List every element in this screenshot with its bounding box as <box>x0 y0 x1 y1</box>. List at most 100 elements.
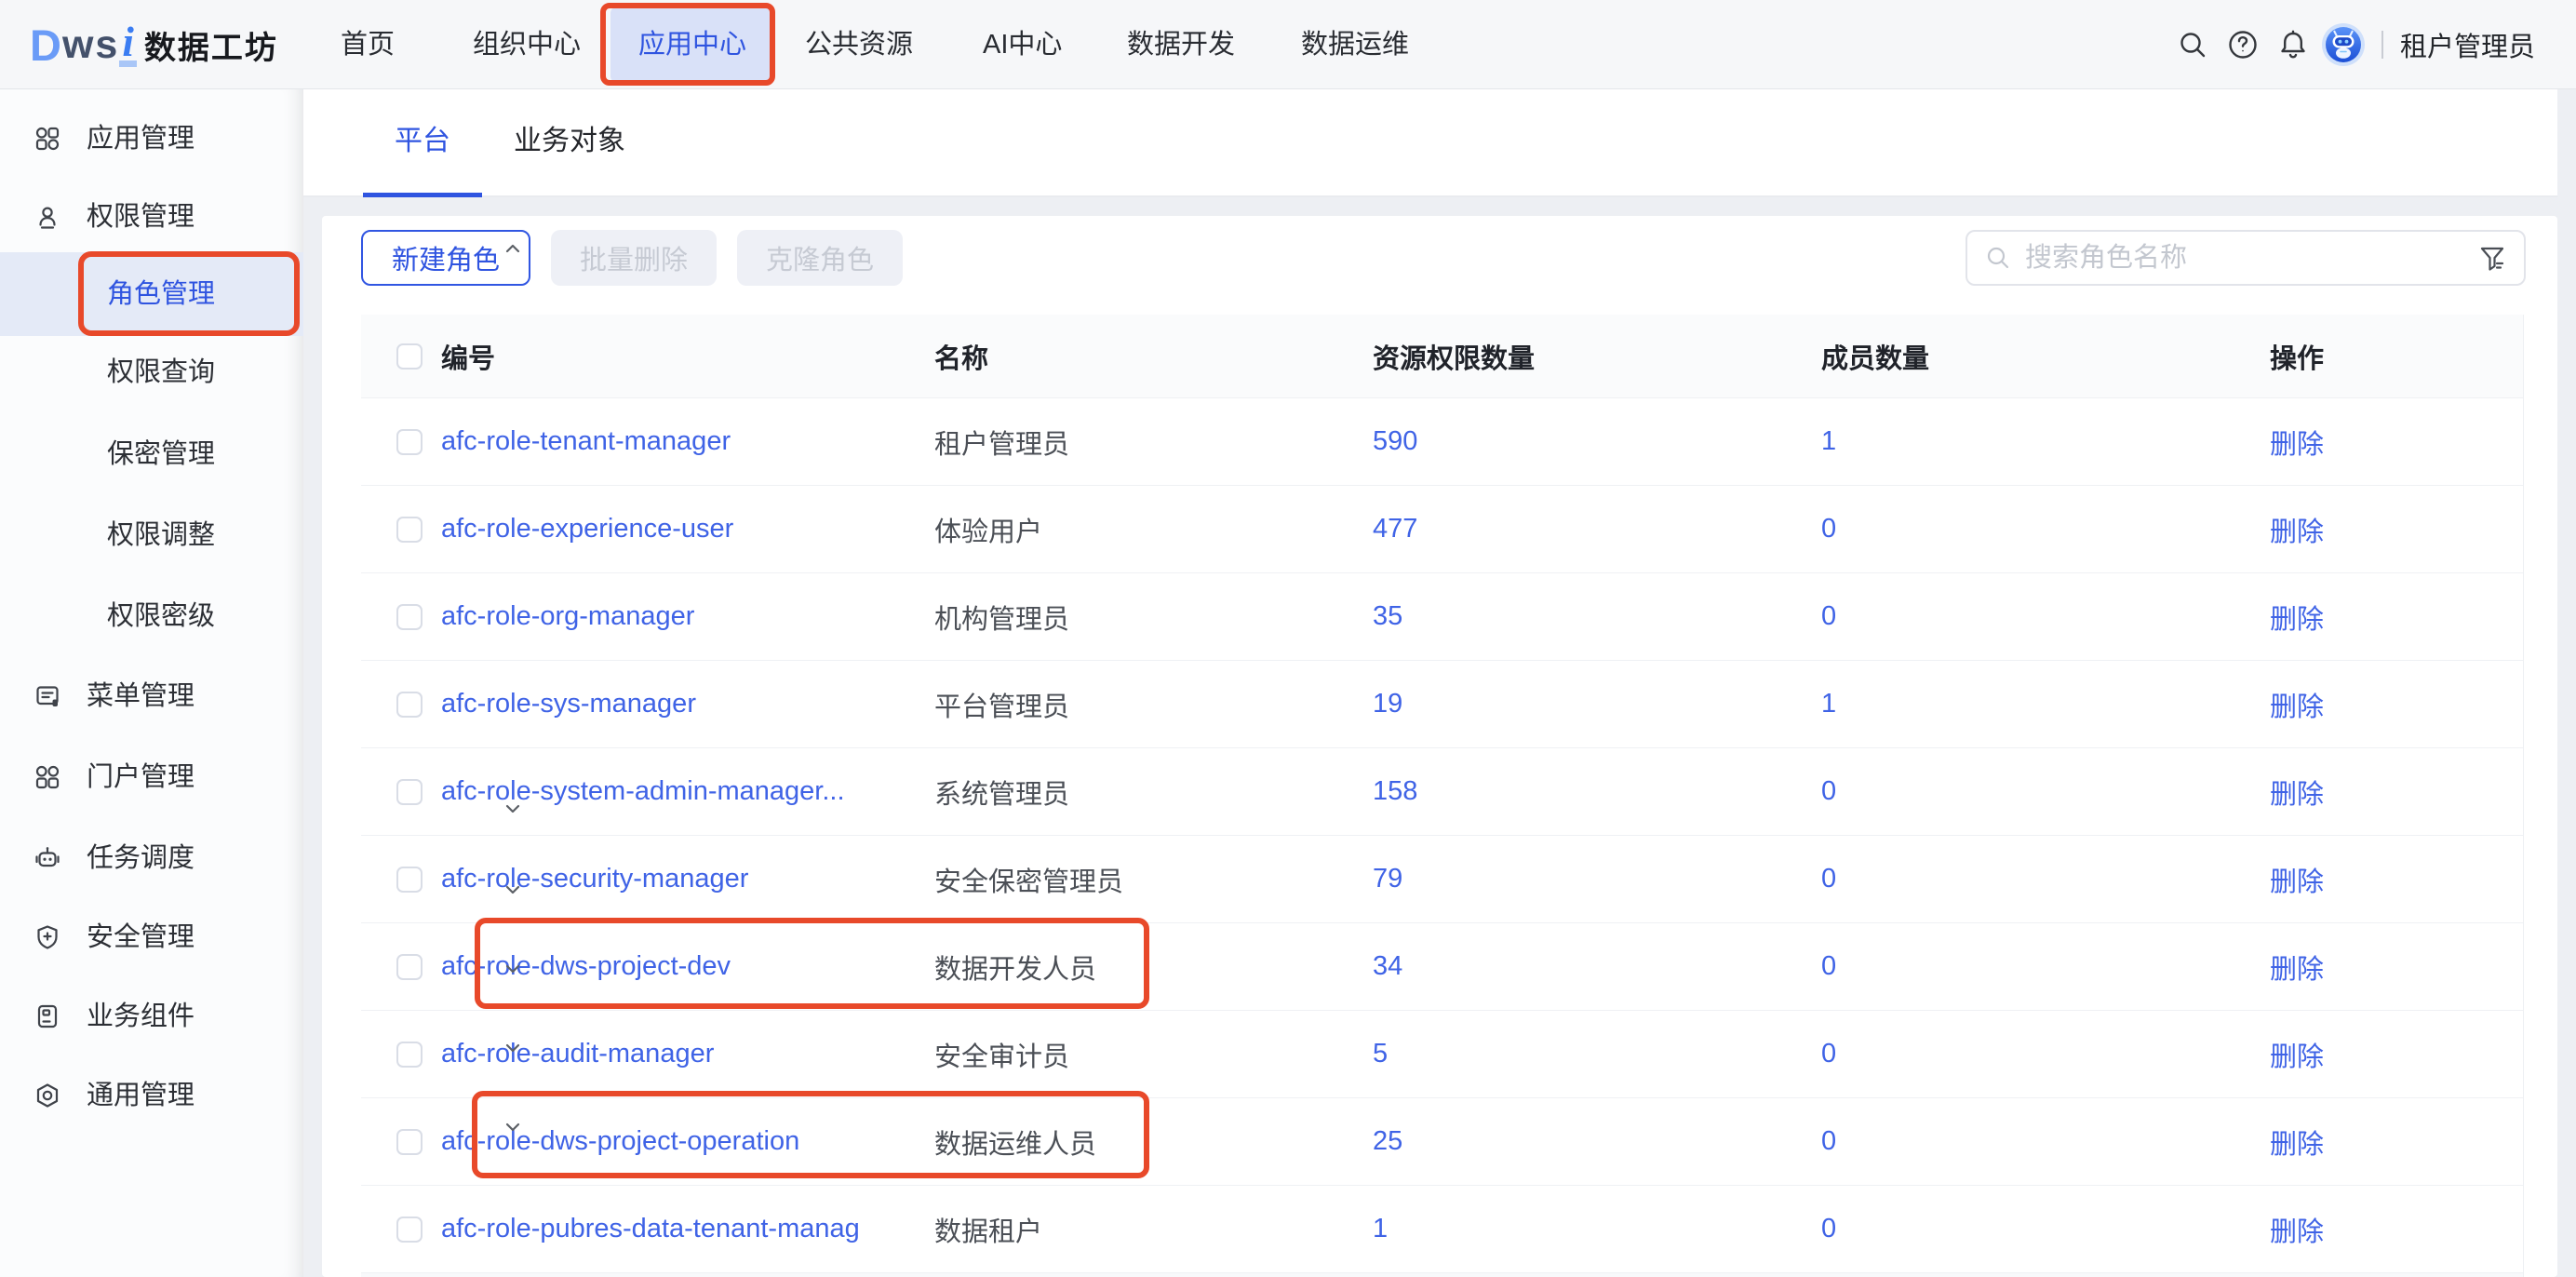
resource-count-link[interactable]: 34 <box>1373 951 1402 982</box>
search-icon[interactable] <box>2167 0 2218 89</box>
delete-link[interactable]: 删除 <box>2270 685 2324 724</box>
col-header-members: 成员数量 <box>1821 337 1929 376</box>
sidebar-item[interactable]: 菜单管理 <box>0 654 303 738</box>
row-checkbox[interactable] <box>396 779 423 805</box>
resource-count-link[interactable]: 158 <box>1373 776 1417 807</box>
tab-platform[interactable]: 平台 <box>363 89 482 195</box>
clone-role-button[interactable]: 克隆角色 <box>737 230 903 286</box>
nav-item[interactable]: 数据开发 <box>1127 0 1235 89</box>
sidebar-item[interactable]: 保密管理 <box>0 412 303 496</box>
nav-item[interactable]: 数据运维 <box>1301 0 1409 89</box>
role-id-link[interactable]: afc-role-dws-project-operation <box>441 1126 799 1157</box>
resource-count-link[interactable]: 590 <box>1373 426 1417 457</box>
select-all-checkbox[interactable] <box>396 343 423 370</box>
nav-item[interactable]: 首页 <box>341 0 395 89</box>
delete-link[interactable]: 删除 <box>2270 948 2324 987</box>
batch-delete-button[interactable]: 批量删除 <box>551 230 717 286</box>
assistant-avatar[interactable] <box>2318 0 2368 89</box>
role-name: 机构管理员 <box>934 598 1069 637</box>
row-checkbox[interactable] <box>396 867 423 893</box>
row-checkbox[interactable] <box>396 692 423 718</box>
row-checkbox[interactable] <box>396 429 423 455</box>
sidebar-item[interactable]: 安全管理 <box>0 895 303 979</box>
sidebar-item[interactable]: 权限密级 <box>0 574 303 658</box>
chevron-down-icon <box>251 767 272 787</box>
row-checkbox[interactable] <box>396 517 423 543</box>
member-count-link[interactable]: 0 <box>1821 1039 1836 1069</box>
role-id-link[interactable]: afc-role-sys-manager <box>441 689 696 719</box>
member-count-link[interactable]: 0 <box>1821 601 1836 632</box>
help-icon[interactable] <box>2218 0 2268 89</box>
sidebar-item[interactable]: 权限查询 <box>0 330 303 414</box>
nav-item[interactable]: AI中心 <box>983 0 1062 89</box>
role-search-input[interactable] <box>2025 243 2477 274</box>
row-checkbox[interactable] <box>396 1217 423 1243</box>
robot-icon <box>34 844 61 872</box>
member-count-link[interactable]: 0 <box>1821 951 1836 982</box>
filter-icon[interactable] <box>2477 243 2507 273</box>
sidebar-item[interactable]: 业务组件 <box>0 975 303 1058</box>
sidebar-item[interactable]: 任务调度 <box>0 816 303 900</box>
member-count-link[interactable]: 1 <box>1821 426 1836 457</box>
role-id-link[interactable]: afc-role-org-manager <box>441 601 694 632</box>
resource-count-link[interactable]: 79 <box>1373 864 1402 894</box>
delete-link[interactable]: 删除 <box>2270 860 2324 899</box>
resource-count-link[interactable]: 1 <box>1373 1214 1388 1244</box>
component-icon <box>34 1002 61 1030</box>
sidebar-item[interactable]: 通用管理 <box>0 1054 303 1137</box>
resource-count-link[interactable]: 5 <box>1373 1039 1388 1069</box>
row-checkbox[interactable] <box>396 604 423 630</box>
app-logo[interactable]: D ws i 数据工坊 <box>30 0 278 89</box>
role-id-link[interactable]: afc-role-experience-user <box>441 514 733 544</box>
member-count-link[interactable]: 0 <box>1821 1126 1836 1157</box>
delete-link[interactable]: 删除 <box>2270 423 2324 462</box>
table-body: afc-role-tenant-manager 租户管理员 590 1 删除 a… <box>361 398 2523 1273</box>
resource-count-link[interactable]: 35 <box>1373 601 1402 632</box>
role-id-link[interactable]: afc-role-tenant-manager <box>441 426 731 457</box>
sidebar-item[interactable]: 权限管理 <box>0 175 303 259</box>
tab-business-object[interactable]: 业务对象 <box>482 89 657 195</box>
delete-link[interactable]: 删除 <box>2270 510 2324 549</box>
nav-item[interactable]: 应用中心 <box>610 7 774 82</box>
sidebar-item-label: 应用管理 <box>87 97 195 181</box>
delete-link[interactable]: 删除 <box>2270 1035 2324 1074</box>
nav-item[interactable]: 组织中心 <box>473 0 581 89</box>
row-checkbox[interactable] <box>396 1129 423 1155</box>
role-management-page: D ws i 数据工坊 首页组织中心应用中心公共资源 AI中心数据开发数据运维 <box>0 0 2576 1277</box>
sidebar-item[interactable]: 角色管理 <box>0 252 303 336</box>
resource-count-link[interactable]: 19 <box>1373 689 1402 719</box>
sidebar-item[interactable]: 权限调整 <box>0 493 303 577</box>
role-id-link[interactable]: afc-role-pubres-data-tenant-manag <box>441 1214 860 1244</box>
topbar: D ws i 数据工坊 首页组织中心应用中心公共资源 AI中心数据开发数据运维 <box>0 0 2576 89</box>
row-checkbox[interactable] <box>396 1042 423 1068</box>
resource-count-link[interactable]: 477 <box>1373 514 1417 544</box>
chevron-down-icon <box>251 927 272 948</box>
chevron-down-icon <box>251 1085 272 1106</box>
role-id-link[interactable]: afc-role-security-manager <box>441 864 748 894</box>
sidebar-item[interactable]: 应用管理 <box>0 97 303 181</box>
sidebar-item-label: 安全管理 <box>87 895 195 979</box>
member-count-link[interactable]: 0 <box>1821 776 1836 807</box>
nav-item[interactable]: 公共资源 <box>805 0 913 89</box>
sidebar-item[interactable]: 门户管理 <box>0 735 303 819</box>
delete-link[interactable]: 删除 <box>2270 1122 2324 1162</box>
member-count-link[interactable]: 0 <box>1821 864 1836 894</box>
logo-product-name: 数据工坊 <box>144 22 278 68</box>
col-header-resources: 资源权限数量 <box>1373 337 1535 376</box>
bell-icon[interactable] <box>2268 0 2318 89</box>
col-header-name: 名称 <box>934 337 988 376</box>
content-card: 新建角色 批量删除 克隆角色 <box>322 216 2557 1277</box>
delete-link[interactable]: 删除 <box>2270 773 2324 812</box>
member-count-link[interactable]: 0 <box>1821 1214 1836 1244</box>
member-count-link[interactable]: 0 <box>1821 514 1836 544</box>
resource-count-link[interactable]: 25 <box>1373 1126 1402 1157</box>
user-role-label[interactable]: 租户管理员 <box>2400 25 2535 64</box>
role-id-link[interactable]: afc-role-dws-project-dev <box>441 951 731 982</box>
table-row: afc-role-pubres-data-tenant-manag 数据租户 1… <box>361 1186 2523 1273</box>
member-count-link[interactable]: 1 <box>1821 689 1836 719</box>
role-id-link[interactable]: afc-role-audit-manager <box>441 1039 714 1069</box>
table-row: afc-role-tenant-manager 租户管理员 590 1 删除 <box>361 398 2523 486</box>
delete-link[interactable]: 删除 <box>2270 1210 2324 1249</box>
row-checkbox[interactable] <box>396 954 423 980</box>
delete-link[interactable]: 删除 <box>2270 598 2324 637</box>
